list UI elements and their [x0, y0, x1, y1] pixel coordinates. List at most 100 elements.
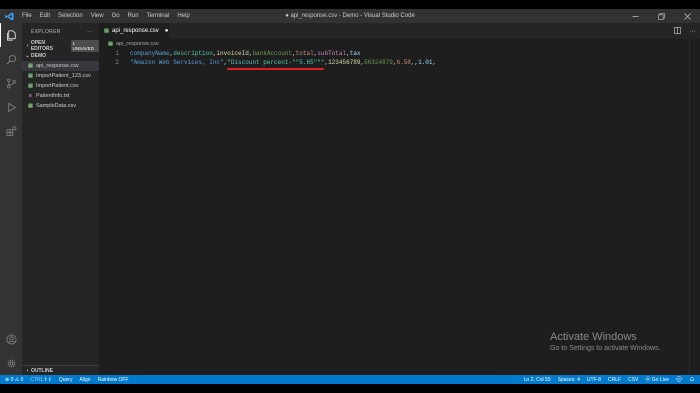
file-item[interactable]: ▤ ImportPatient_123.csv: [22, 71, 99, 81]
csv-col-5: total: [295, 50, 314, 57]
csv-file-icon: ▤: [104, 28, 109, 34]
top-letterbox: [0, 0, 700, 9]
problems-indicator[interactable]: ⊗ 0 ⚠ 0: [5, 377, 23, 383]
chevron-right-icon: ›: [26, 368, 29, 374]
menu-selection[interactable]: Selection: [54, 9, 87, 23]
editor-actions: ···: [674, 23, 696, 39]
status-left: ⊗ 0 ⚠ 0 CTRL⬆⬇ Query Align Rainbow OFF: [5, 377, 128, 383]
minimize-icon[interactable]: [622, 9, 648, 23]
menu-file[interactable]: File: [18, 9, 36, 23]
explorer-icon[interactable]: [0, 23, 22, 47]
split-editor-icon[interactable]: [674, 26, 681, 36]
csv-col-2: "Discount percent-""5.65""": [227, 59, 325, 66]
file-name: ImportPatient.csv: [36, 83, 79, 89]
restore-icon[interactable]: [648, 9, 674, 23]
status-bar: ⊗ 0 ⚠ 0 CTRL⬆⬇ Query Align Rainbow OFF L…: [0, 375, 700, 384]
cursor-position[interactable]: Ln 2, Col 55: [524, 377, 551, 383]
account-icon[interactable]: [0, 327, 22, 351]
chevron-right-icon: ›: [26, 43, 29, 49]
menu-go[interactable]: Go: [108, 9, 124, 23]
code-line: 1 companyName,description,invoiceId,bank…: [99, 49, 689, 58]
chevron-down-icon: ⌄: [25, 53, 30, 59]
rainbow-toggle[interactable]: Rainbow OFF: [98, 377, 129, 383]
breadcrumb-file[interactable]: api_response.csv: [116, 41, 159, 47]
csv-col-2: description: [173, 50, 213, 57]
menu-edit[interactable]: Edit: [36, 9, 54, 23]
highlighted-description: "Discount percent-""5.65""": [227, 59, 325, 70]
title-bar: File Edit Selection View Go Run Terminal…: [0, 9, 700, 23]
folder-label: DEMO: [31, 53, 46, 59]
source-control-icon[interactable]: [0, 71, 22, 95]
csv-file-icon: ▤: [28, 103, 33, 109]
file-name: ImportPatient_123.csv: [36, 73, 91, 79]
vertical-scrollbar[interactable]: [689, 39, 700, 375]
csv-col-7: tax: [349, 50, 361, 57]
csv-file-icon: ▤: [28, 63, 33, 69]
editor-tabs: ▤ api_response.csv ● ···: [99, 23, 700, 39]
watermark-title: Activate Windows: [550, 331, 637, 343]
menu-view[interactable]: View: [87, 9, 108, 23]
file-item[interactable]: ≡ PatientInfo.txt: [22, 91, 99, 101]
line-ending[interactable]: CRLF: [608, 377, 621, 383]
bottom-letterbox: [0, 384, 700, 393]
csv-col-7: 1.01: [418, 59, 433, 66]
encoding[interactable]: UTF-8: [587, 377, 601, 383]
tab-api-response[interactable]: ▤ api_response.csv ●: [99, 23, 169, 39]
vscode-window: File Edit Selection View Go Run Terminal…: [0, 9, 700, 384]
code-editor[interactable]: 1 companyName,description,invoiceId,bank…: [99, 49, 689, 375]
explorer-title: EXPLORER: [31, 29, 61, 35]
menu-help[interactable]: Help: [173, 9, 193, 23]
csv-col-6: subTotal: [317, 50, 347, 57]
more-actions-icon[interactable]: ···: [689, 28, 696, 35]
outline-section[interactable]: › OUTLINE: [22, 365, 99, 375]
go-live-button[interactable]: ⦿ Go Live: [645, 376, 669, 383]
activity-bar: [0, 23, 22, 375]
file-item[interactable]: ▤ SampleData.csv: [22, 101, 99, 111]
demo-folder-section[interactable]: ⌄ DEMO: [22, 51, 99, 61]
file-item[interactable]: ▤ ImportPatient.csv: [22, 81, 99, 91]
line-content: companyName,description,invoiceId,bankAc…: [130, 50, 361, 57]
menu-run[interactable]: Run: [124, 9, 143, 23]
outline-label: OUTLINE: [31, 368, 53, 374]
search-icon[interactable]: [0, 47, 22, 71]
csv-col-1: companyName: [130, 50, 170, 57]
menu-bar: File Edit Selection View Go Run Terminal…: [18, 9, 194, 23]
csv-col-3: 123456789: [328, 59, 361, 66]
activity-bar-bottom: [0, 327, 22, 375]
unsaved-badge: 1 UNSAVED: [70, 40, 99, 52]
csv-col-3: invoiceId: [216, 50, 249, 57]
file-item[interactable]: ▤ api_response.csv: [22, 61, 99, 71]
csv-comma: ,: [432, 59, 437, 66]
csv-col-5: 6.58: [396, 59, 411, 66]
menu-terminal[interactable]: Terminal: [143, 9, 174, 23]
explorer-sidebar: EXPLORER ··· › OPEN EDITORS 1 UNSAVED ⌄ …: [22, 23, 99, 375]
csv-file-icon: ▤: [108, 41, 113, 47]
csv-file-icon: ▤: [28, 83, 33, 89]
run-debug-icon[interactable]: [0, 95, 22, 119]
red-underline-annotation: [227, 68, 325, 70]
explorer-header: EXPLORER ···: [22, 23, 99, 41]
open-editors-section[interactable]: › OPEN EDITORS 1 UNSAVED: [22, 40, 99, 52]
activate-windows-watermark: Activate Windows Go to Settings to activ…: [550, 331, 661, 352]
extensions-icon[interactable]: [0, 119, 22, 143]
code-line: 2 "Amazon Web Services, Inc", "Discount p…: [99, 58, 689, 70]
csv-col-4: 56324879: [364, 59, 393, 66]
file-name: SampleData.csv: [36, 103, 77, 109]
csv-col-1: "Amazon Web Services, Inc": [130, 59, 224, 66]
watermark-subtitle: Go to Settings to activate Windows.: [550, 345, 661, 352]
gear-icon[interactable]: [0, 351, 22, 375]
status-right: Ln 2, Col 55 Spaces: 4 UTF-8 CRLF CSV ⦿ …: [524, 375, 695, 384]
notifications-icon[interactable]: [689, 376, 695, 384]
tab-label: api_response.csv: [112, 28, 159, 34]
unsaved-dot-icon[interactable]: ●: [165, 28, 169, 34]
close-icon[interactable]: [674, 9, 700, 23]
feedback-icon[interactable]: [676, 375, 682, 384]
indentation[interactable]: Spaces: 4: [558, 377, 580, 383]
open-editors-label: OPEN EDITORS: [30, 40, 53, 52]
language-mode[interactable]: CSV: [628, 377, 638, 383]
query-button[interactable]: Query: [59, 377, 73, 383]
align-button[interactable]: Align: [79, 377, 90, 383]
window-controls: [622, 9, 700, 23]
file-name: api_response.csv: [36, 63, 79, 69]
more-actions-icon[interactable]: ···: [87, 29, 93, 35]
